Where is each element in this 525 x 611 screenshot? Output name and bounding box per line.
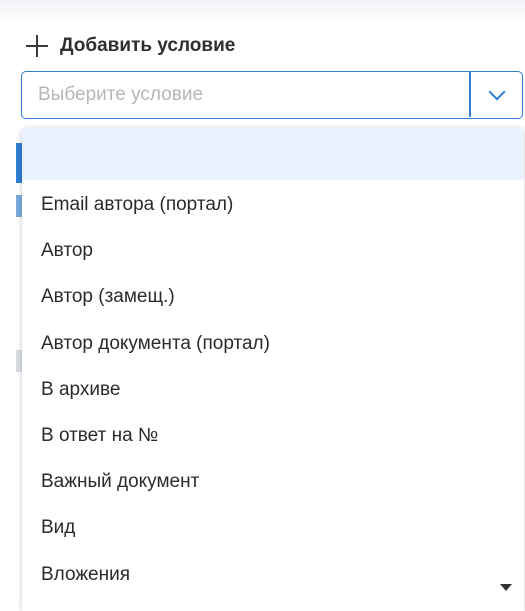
dropdown-option[interactable]: Важный документ <box>22 459 524 505</box>
chevron-down-icon <box>488 83 505 101</box>
dropdown-option[interactable]: Автор документа (портал) <box>22 321 524 367</box>
dropdown-option[interactable]: Вложения <box>22 552 524 598</box>
panel-top-fade <box>0 0 525 28</box>
dropdown-option[interactable]: Вид <box>22 505 524 551</box>
dropdown-option[interactable]: В архиве <box>22 367 524 413</box>
select-toggle-button[interactable] <box>471 72 522 117</box>
dropdown-option[interactable]: Автор (замещ.) <box>22 274 524 320</box>
dropdown-option[interactable] <box>22 128 524 180</box>
condition-dropdown-list: Email автора (портал) Автор Автор (замещ… <box>22 128 524 611</box>
condition-select[interactable] <box>21 71 523 119</box>
plus-icon <box>26 35 48 57</box>
dropdown-option[interactable]: Email автора (портал) <box>22 182 524 228</box>
condition-search-input[interactable] <box>38 72 458 117</box>
add-condition-button[interactable]: Добавить условие <box>26 30 235 62</box>
dropdown-option[interactable]: В ответ на № <box>22 413 524 459</box>
dropdown-option[interactable]: Автор <box>22 228 524 274</box>
scroll-down-icon[interactable] <box>500 584 512 591</box>
add-condition-label: Добавить условие <box>60 35 236 56</box>
